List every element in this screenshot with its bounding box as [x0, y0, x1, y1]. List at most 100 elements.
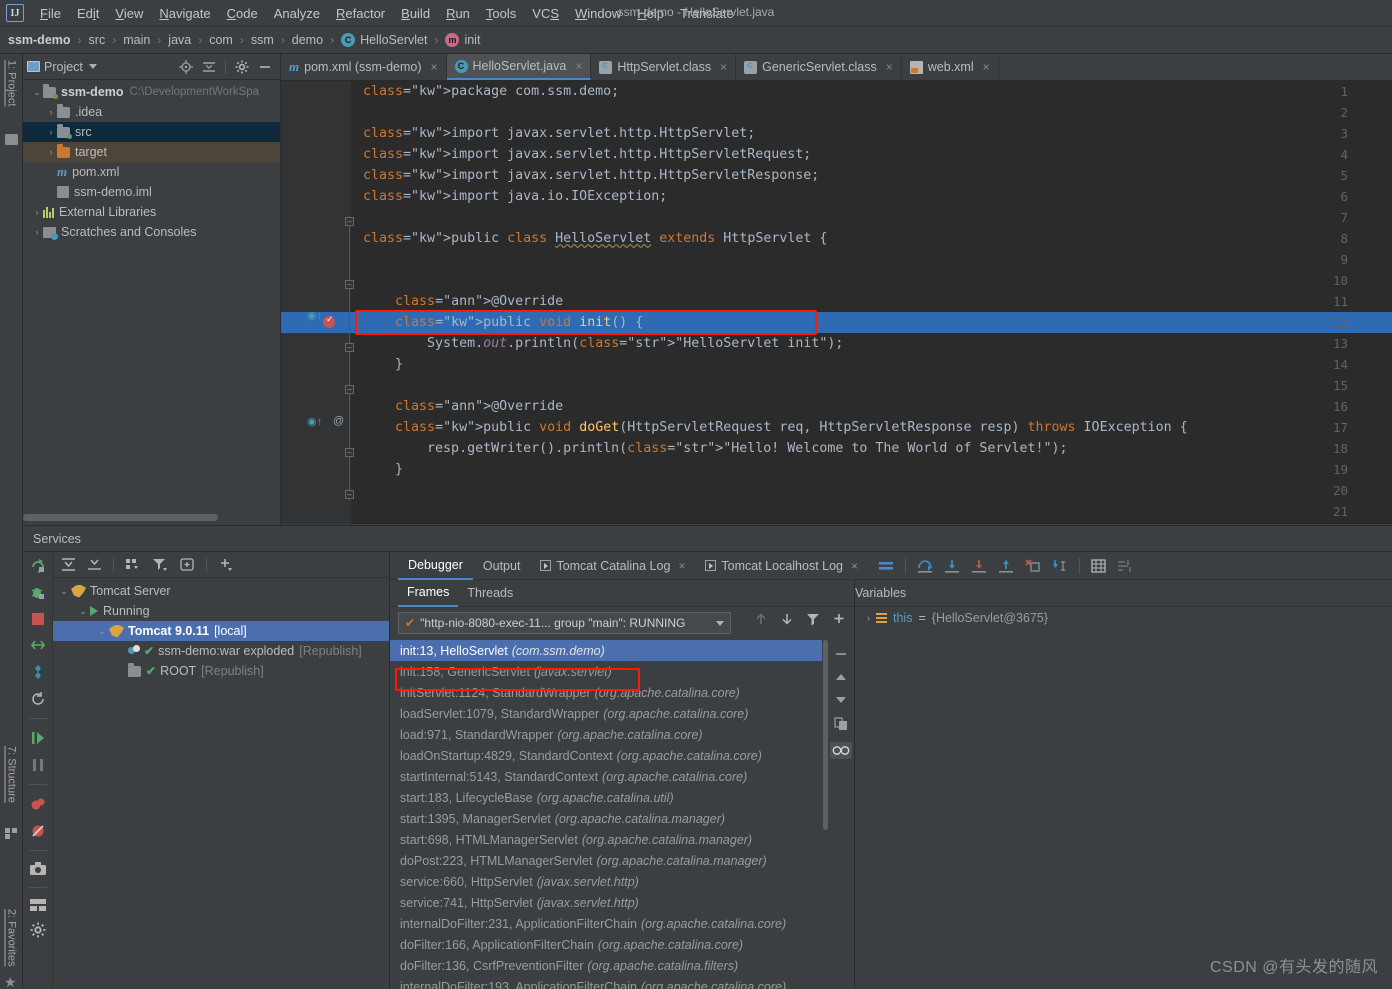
step-over-icon[interactable]: [917, 559, 933, 573]
close-icon[interactable]: ×: [720, 60, 727, 74]
add-tab-icon[interactable]: [179, 557, 195, 572]
settings-list-icon[interactable]: [1117, 559, 1132, 573]
sub-tab-threads[interactable]: Threads: [458, 580, 522, 607]
override-method-icon[interactable]: ◉↑: [307, 415, 322, 428]
arrow-down-icon[interactable]: [780, 612, 794, 626]
expand-arrow-icon[interactable]: ⌄: [57, 586, 71, 597]
menu-view[interactable]: View: [107, 3, 151, 24]
close-icon[interactable]: ×: [851, 559, 858, 573]
project-tree-row[interactable]: › src: [23, 122, 280, 142]
tool-button-favorites[interactable]: 2: Favorites: [2, 909, 21, 966]
copy-icon[interactable]: [834, 717, 848, 731]
menu-code[interactable]: Code: [219, 3, 266, 24]
breadcrumb-item-com[interactable]: com: [209, 33, 233, 47]
frame-row[interactable]: loadServlet:1079, StandardWrapper (org.ap…: [390, 703, 822, 724]
project-tree-row[interactable]: › Scratches and Consoles: [23, 222, 280, 242]
drop-frame-icon[interactable]: [1025, 558, 1041, 573]
expand-arrow-icon[interactable]: ⌄: [31, 87, 43, 98]
stop-icon[interactable]: [31, 612, 45, 626]
tool-button-structure[interactable]: 7: Structure: [2, 746, 21, 803]
menu-vcs[interactable]: VCS: [524, 3, 567, 24]
show-execution-point-icon[interactable]: [878, 559, 894, 573]
expand-arrow-icon[interactable]: ›: [31, 227, 43, 237]
breakpoint-icon[interactable]: [323, 314, 335, 328]
breadcrumb-item-init[interactable]: m init: [445, 33, 480, 47]
editor-tab-pom[interactable]: m pom.xml (ssm-demo) ×: [281, 54, 447, 80]
close-icon[interactable]: ×: [431, 60, 438, 74]
code-editor[interactable]: – – – – – – ◉↑ ◉↑ @ 12345678910111213141…: [281, 81, 1392, 524]
project-horizontal-scrollbar[interactable]: [23, 514, 218, 521]
expand-arrow-icon[interactable]: ⌄: [76, 606, 90, 617]
group-icon[interactable]: [125, 557, 141, 572]
editor-tab-genericservlet[interactable]: GenericServlet.class ×: [736, 54, 902, 80]
locate-icon[interactable]: [179, 59, 193, 74]
watch-glasses-icon[interactable]: [830, 742, 852, 759]
sub-tab-frames[interactable]: Frames: [398, 580, 459, 607]
breadcrumb-item-ssm-demo[interactable]: ssm-demo: [8, 33, 71, 47]
close-icon[interactable]: ×: [575, 59, 582, 73]
frame-row[interactable]: start:183, LifecycleBase (org.apache.cata…: [390, 787, 822, 808]
expand-all-icon[interactable]: [61, 557, 76, 572]
frame-row[interactable]: startInternal:5143, StandardContext (org.…: [390, 766, 822, 787]
annotation-gutter-icon[interactable]: @: [333, 415, 344, 427]
frame-row[interactable]: doFilter:166, ApplicationFilterChain (org…: [390, 934, 822, 955]
project-tree-row[interactable]: › External Libraries: [23, 202, 280, 222]
camera-icon[interactable]: [29, 862, 46, 876]
add-watch-icon[interactable]: [832, 612, 846, 626]
chevron-down-icon[interactable]: [716, 620, 724, 626]
thread-selector[interactable]: ✔ "http-nio-8080-exec-11... group "main"…: [398, 612, 731, 634]
frame-row[interactable]: start:698, HTMLManagerServlet (org.apache…: [390, 829, 822, 850]
frame-row[interactable]: internalDoFilter:193, ApplicationFilterC…: [390, 976, 822, 989]
mute-breakpoints-icon[interactable]: [30, 823, 46, 839]
debugger-tab-output[interactable]: Output: [473, 552, 531, 580]
menu-analyze[interactable]: Analyze: [266, 3, 328, 24]
editor-gutter[interactable]: [281, 81, 351, 524]
menu-build[interactable]: Build: [393, 3, 438, 24]
project-tree-row[interactable]: ⌄ ssm-demo C:\DevelopmentWorkSpa: [23, 82, 280, 102]
menu-translate[interactable]: Translate: [672, 3, 742, 24]
close-icon[interactable]: ×: [983, 60, 990, 74]
services-tree-row[interactable]: ⌄ Running: [53, 601, 389, 621]
frame-row[interactable]: load:971, StandardWrapper (org.apache.cat…: [390, 724, 822, 745]
expand-arrow-icon[interactable]: ›: [45, 147, 57, 157]
editor-tab-httpservlet[interactable]: HttpServlet.class ×: [591, 54, 737, 80]
services-tree-row[interactable]: ⌄ Tomcat Server: [53, 581, 389, 601]
menu-tools[interactable]: Tools: [478, 3, 524, 24]
tool-button-project[interactable]: 1: Project: [2, 60, 21, 106]
refresh-icon[interactable]: [30, 691, 46, 707]
debugger-tab-debugger[interactable]: Debugger: [398, 552, 473, 580]
variables-list[interactable]: › this = {HelloServlet@3675}: [855, 607, 1392, 629]
debugger-tab-tomcat-catalina-log[interactable]: Tomcat Catalina Log ×: [530, 552, 695, 580]
add-service-icon[interactable]: [218, 557, 234, 572]
override-method-icon[interactable]: ◉↑: [307, 309, 322, 322]
menu-window[interactable]: Window: [567, 3, 629, 24]
frames-list[interactable]: init:13, HelloServlet (com.ssm.demo) init:…: [390, 640, 822, 989]
arrow-up-icon[interactable]: [754, 612, 768, 626]
expand-arrow-icon[interactable]: ›: [45, 107, 57, 117]
close-icon[interactable]: ×: [678, 559, 685, 573]
breadcrumb-item-src[interactable]: src: [89, 33, 106, 47]
breadcrumb-item-java[interactable]: java: [168, 33, 191, 47]
debugger-tab-tomcat-localhost-log[interactable]: Tomcat Localhost Log ×: [695, 552, 868, 580]
expand-arrow-icon[interactable]: ›: [867, 613, 870, 623]
menu-edit[interactable]: Edit: [69, 3, 107, 24]
debug-icon[interactable]: [30, 585, 46, 601]
frame-row[interactable]: start:1395, ManagerServlet (org.apache.ca…: [390, 808, 822, 829]
run-to-cursor-icon[interactable]: [1052, 559, 1068, 573]
frame-row[interactable]: service:741, HttpServlet (javax.servlet.h…: [390, 892, 822, 913]
menu-navigate[interactable]: Navigate: [151, 3, 218, 24]
layout-icon[interactable]: [29, 899, 46, 911]
services-tree-row[interactable]: ✔ ROOT [Republish]: [53, 661, 389, 681]
breadcrumb-item-ssm[interactable]: ssm: [251, 33, 274, 47]
up-triangle-icon[interactable]: [834, 671, 848, 683]
menu-run[interactable]: Run: [438, 3, 478, 24]
force-step-into-icon[interactable]: [971, 559, 987, 573]
step-out-icon[interactable]: [998, 559, 1014, 573]
frame-row[interactable]: doFilter:136, CsrfPreventionFilter (org.a…: [390, 955, 822, 976]
editor-tab-helloservlet[interactable]: C HelloServlet.java ×: [446, 54, 592, 80]
frame-row[interactable]: init:13, HelloServlet (com.ssm.demo): [390, 640, 822, 661]
expand-arrow-icon[interactable]: ⌄: [95, 626, 109, 637]
minus-icon[interactable]: [834, 648, 848, 660]
project-tree-row[interactable]: ssm-demo.iml: [23, 182, 280, 202]
collapse-all-icon[interactable]: [202, 60, 216, 74]
